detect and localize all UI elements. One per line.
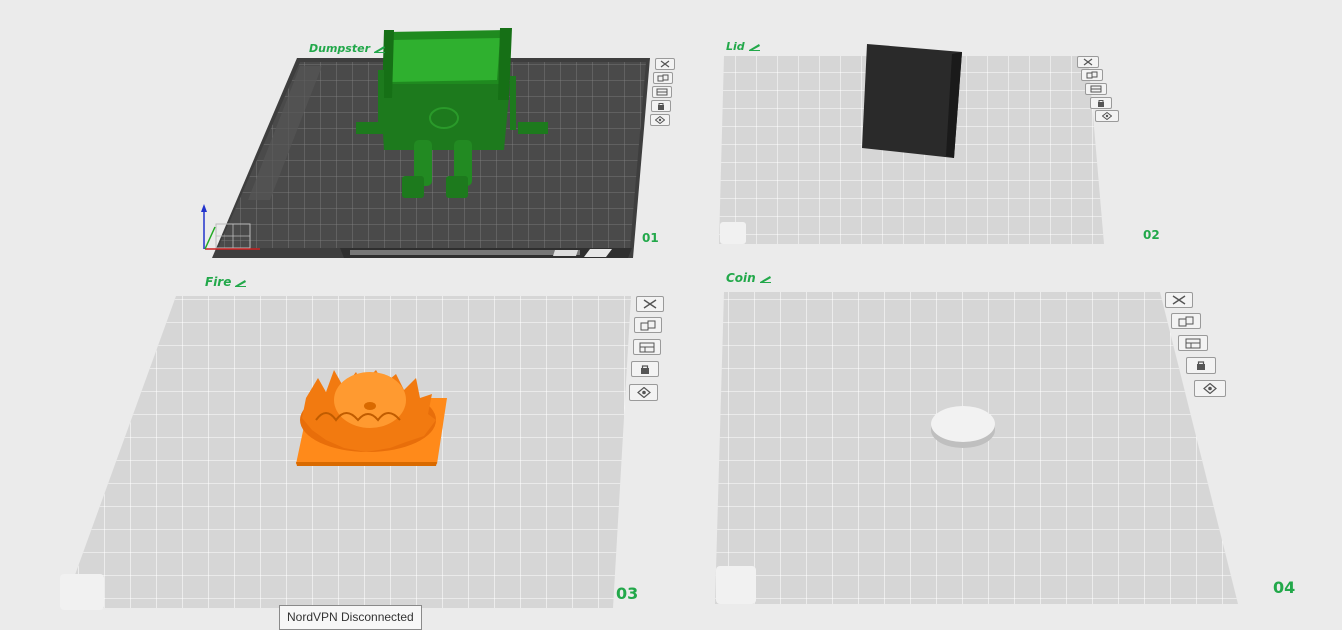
plate-02-slice-button[interactable] — [1095, 110, 1119, 122]
plate-03-number: 03 — [616, 584, 639, 603]
plate-01-lock-button[interactable] — [651, 100, 671, 112]
slice-icon — [1203, 383, 1217, 394]
edit-icon[interactable] — [373, 44, 386, 53]
plate-name-text: Coin — [726, 271, 756, 285]
plate-02-close-button[interactable] — [1077, 56, 1099, 68]
plate-02-name[interactable]: Lid — [726, 40, 761, 53]
lock-icon — [658, 103, 664, 110]
plate-01-number: 01 — [642, 231, 659, 245]
close-icon — [1172, 295, 1186, 305]
arrange-icon — [1086, 71, 1098, 79]
plate-04-arrange-button[interactable] — [1171, 313, 1201, 329]
plate-03-lock-button[interactable] — [631, 361, 659, 377]
plate-03-close-button[interactable] — [636, 296, 664, 312]
plate-02-number: 02 — [1143, 228, 1160, 242]
plate-name-text: Lid — [726, 40, 745, 53]
plate-settings-icon — [639, 342, 655, 352]
plate-01-arrange-button[interactable] — [653, 72, 673, 84]
plate-02-arrange-button[interactable] — [1081, 69, 1103, 81]
plate-04-slice-button[interactable] — [1194, 380, 1226, 397]
lock-icon — [1098, 100, 1104, 107]
lid-model[interactable] — [862, 44, 962, 158]
plate-02-lock-button[interactable] — [1090, 97, 1112, 109]
close-icon — [660, 60, 670, 68]
plate-03-name[interactable]: Fire — [205, 275, 247, 289]
arrange-icon — [1178, 316, 1194, 326]
plate-settings-icon — [656, 88, 668, 96]
slice-icon — [655, 116, 665, 124]
plate-01-close-button[interactable] — [655, 58, 675, 70]
plate-04-lock-button[interactable] — [1186, 357, 1216, 374]
plater-viewport[interactable]: Dumpster Lid Fire Coin 01 02 03 04 NordV… — [0, 0, 1342, 630]
plate-04-close-button[interactable] — [1165, 292, 1193, 308]
plate-03-arrange-button[interactable] — [634, 317, 662, 333]
plate-01-settings-button[interactable] — [652, 86, 672, 98]
close-icon — [643, 299, 657, 309]
plate-04-name[interactable]: Coin — [726, 271, 772, 285]
plate-name-text: Dumpster — [309, 42, 370, 55]
plate-04[interactable] — [715, 292, 1238, 604]
plate-04-number: 04 — [1273, 578, 1296, 597]
tray-tooltip: NordVPN Disconnected — [279, 605, 422, 630]
plate-01-slice-button[interactable] — [650, 114, 670, 126]
arrange-icon — [640, 320, 656, 330]
coin-model[interactable] — [931, 406, 995, 448]
plate-settings-icon — [1185, 338, 1201, 348]
plate-01-name[interactable]: Dumpster — [309, 42, 386, 55]
plate-03-settings-button[interactable] — [633, 339, 661, 355]
edit-icon[interactable] — [759, 274, 772, 283]
edit-icon[interactable] — [234, 278, 247, 287]
lock-icon — [1197, 361, 1205, 370]
plate-name-text: Fire — [205, 275, 232, 289]
arrange-icon — [657, 74, 669, 82]
edit-icon[interactable] — [748, 42, 761, 51]
plate-02-settings-button[interactable] — [1085, 83, 1107, 95]
plate-03-slice-button[interactable] — [629, 384, 658, 401]
slice-icon — [1102, 112, 1112, 120]
plate-04-settings-button[interactable] — [1178, 335, 1208, 351]
plate-settings-icon — [1090, 85, 1102, 93]
slice-icon — [636, 387, 651, 398]
close-icon — [1083, 58, 1093, 66]
lock-icon — [641, 364, 649, 374]
